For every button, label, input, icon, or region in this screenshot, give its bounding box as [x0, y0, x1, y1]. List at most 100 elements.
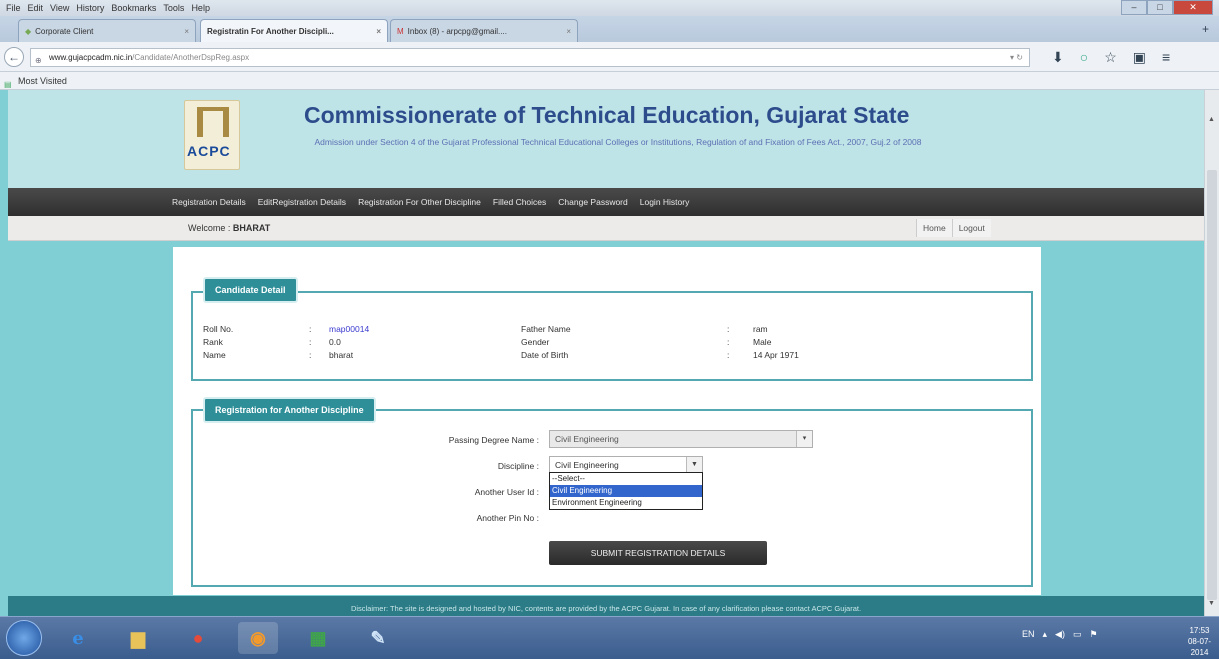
nav-edit-registration[interactable]: EditRegistration Details	[252, 197, 352, 207]
back-arrow-icon[interactable]: ←	[4, 47, 24, 67]
ie-icon[interactable]: e	[58, 622, 98, 654]
nav-login-history[interactable]: Login History	[634, 197, 696, 207]
minimize-button[interactable]: –	[1121, 0, 1147, 15]
acpc-logo: ACPC	[184, 100, 240, 170]
chrome-icon[interactable]: ●	[178, 622, 218, 654]
sep: :	[727, 324, 730, 334]
tray-arrow-icon[interactable]: ▴	[1043, 629, 1048, 640]
father-name-label: Father Name	[521, 324, 571, 334]
clock[interactable]: 17:53 08-07-2014	[1180, 625, 1219, 658]
toolbar-icons: ⬇ ○ ☆ ▣ ≡	[1052, 49, 1170, 66]
top-links: Home Logout	[916, 219, 991, 237]
tab-label: Inbox (8) - arpcpg@gmail....	[407, 26, 507, 36]
nav-registration-details[interactable]: Registration Details	[166, 197, 252, 207]
new-tab-icon[interactable]: +	[1202, 22, 1209, 36]
name-label: Name	[203, 350, 226, 360]
menu-history[interactable]: History	[76, 3, 104, 13]
bookmark-list-icon[interactable]: ▣	[1133, 49, 1146, 66]
menu-tools[interactable]: Tools	[163, 3, 184, 13]
menu-file[interactable]: File	[6, 3, 21, 13]
tab-label: Registratin For Another Discipli...	[207, 26, 334, 36]
paint-icon[interactable]: ✎	[358, 622, 398, 654]
menu-view[interactable]: View	[50, 3, 69, 13]
rank-label: Rank	[203, 337, 223, 347]
gender-value: Male	[753, 337, 772, 347]
discipline-value: Civil Engineering	[555, 460, 619, 470]
candidate-detail-legend: Candidate Detail	[203, 277, 298, 303]
file-explorer-icon[interactable]: ▆	[118, 622, 158, 654]
home-link[interactable]: Home	[916, 219, 952, 237]
tab-favicon-icon: ◆	[25, 26, 32, 36]
system-tray: EN ▴ ◀) ▭ ⚑	[1022, 629, 1098, 640]
bookmark-most-visited[interactable]: Most Visited	[18, 76, 67, 86]
roll-no-value[interactable]: map00014	[329, 324, 369, 334]
main-nav: Registration Details EditRegistration De…	[8, 188, 1204, 216]
page-scrollbar[interactable]: ▲ ▼	[1204, 90, 1219, 616]
discipline-option[interactable]: Environment Engineering	[550, 497, 702, 509]
sep: :	[727, 350, 730, 360]
start-button[interactable]	[6, 620, 42, 656]
discipline-option[interactable]: --Select--	[550, 473, 702, 485]
dob-value: 14 Apr 1971	[753, 350, 799, 360]
menu-help[interactable]: Help	[191, 3, 210, 13]
logout-link[interactable]: Logout	[951, 219, 991, 237]
page-viewport: ACPC Commissionerate of Technical Educat…	[8, 90, 1204, 616]
another-user-label: Another User Id :	[474, 487, 539, 497]
tab-corporate-client[interactable]: ◆ Corporate Client ×	[18, 19, 196, 42]
browser-tabbar: ◆ Corporate Client × Registratin For Ano…	[0, 16, 1219, 42]
clock-time: 17:53	[1189, 626, 1210, 635]
gmail-icon: M	[397, 26, 404, 36]
network-icon[interactable]: ▭	[1073, 629, 1082, 640]
globe-icon: ⊕	[35, 56, 42, 65]
maximize-button[interactable]: □	[1147, 0, 1173, 15]
url-bar[interactable]: ⊕ www.gujacpcadm.nic.in/Candidate/Anothe…	[30, 48, 1030, 67]
scroll-down-icon[interactable]: ▼	[1208, 600, 1215, 607]
submit-registration-button[interactable]: SUBMIT REGISTRATION DETAILS	[549, 541, 767, 565]
discipline-dropdown-list[interactable]: --Select-- Civil Engineering Environment…	[549, 472, 703, 510]
nav-filled-choices[interactable]: Filled Choices	[487, 197, 552, 207]
dob-label: Date of Birth	[521, 350, 569, 360]
reload-icon[interactable]: ▾ ↻	[1010, 49, 1023, 66]
browser-navbar: ← ⊕ www.gujacpcadm.nic.in/Candidate/Anot…	[0, 42, 1219, 72]
menu-edit[interactable]: Edit	[28, 3, 44, 13]
close-window-button[interactable]: ✕	[1173, 0, 1213, 15]
volume-icon[interactable]: ◀)	[1055, 629, 1065, 640]
tab-inbox[interactable]: M Inbox (8) - arpcpg@gmail.... ×	[390, 19, 578, 42]
chevron-down-icon[interactable]: ▼	[686, 457, 702, 473]
firefox-icon[interactable]: ◉	[238, 622, 278, 654]
tab-close-icon[interactable]: ×	[376, 27, 381, 36]
tab-close-icon[interactable]: ×	[184, 27, 189, 36]
gender-label: Gender	[521, 337, 550, 347]
flag-icon[interactable]: ⚑	[1089, 629, 1097, 640]
discipline-option-selected[interactable]: Civil Engineering	[550, 485, 702, 497]
site-title: Commissionerate of Technical Education, …	[304, 102, 910, 128]
language-indicator[interactable]: EN	[1022, 629, 1035, 640]
clock-date: 08-07-2014	[1187, 637, 1212, 657]
welcome-text: Welcome : BHARAT	[188, 223, 270, 233]
excel-icon[interactable]: ▦	[298, 622, 338, 654]
nav-change-password[interactable]: Change Password	[552, 197, 633, 207]
roll-no-label: Roll No.	[203, 324, 234, 334]
sep: :	[309, 324, 312, 334]
welcome-label: Welcome :	[188, 223, 231, 233]
addon-icon[interactable]: ○	[1080, 49, 1088, 66]
sep: :	[309, 337, 312, 347]
hamburger-menu-icon[interactable]: ≡	[1162, 49, 1170, 66]
logo-pillar-icon	[197, 107, 229, 137]
name-value: bharat	[329, 350, 354, 360]
another-pin-label: Another Pin No :	[476, 513, 539, 523]
welcome-user: BHARAT	[232, 223, 271, 233]
scrollbar-thumb[interactable]	[1207, 170, 1217, 600]
tab-close-icon[interactable]: ×	[566, 27, 571, 36]
scroll-up-icon[interactable]: ▲	[1208, 116, 1215, 123]
tab-registration[interactable]: Registratin For Another Discipli... ×	[200, 19, 388, 42]
sep: :	[309, 350, 312, 360]
download-icon[interactable]: ⬇	[1052, 49, 1064, 66]
menu-bookmarks[interactable]: Bookmarks	[111, 3, 156, 13]
sep: :	[727, 337, 730, 347]
bookmarks-toolbar: ▤ Most Visited	[0, 72, 1219, 90]
url-path: /Candidate/AnotherDspReg.aspx	[132, 53, 250, 62]
rank-value: 0.0	[329, 337, 341, 347]
star-icon[interactable]: ☆	[1104, 49, 1117, 66]
nav-other-discipline[interactable]: Registration For Other Discipline	[352, 197, 487, 207]
